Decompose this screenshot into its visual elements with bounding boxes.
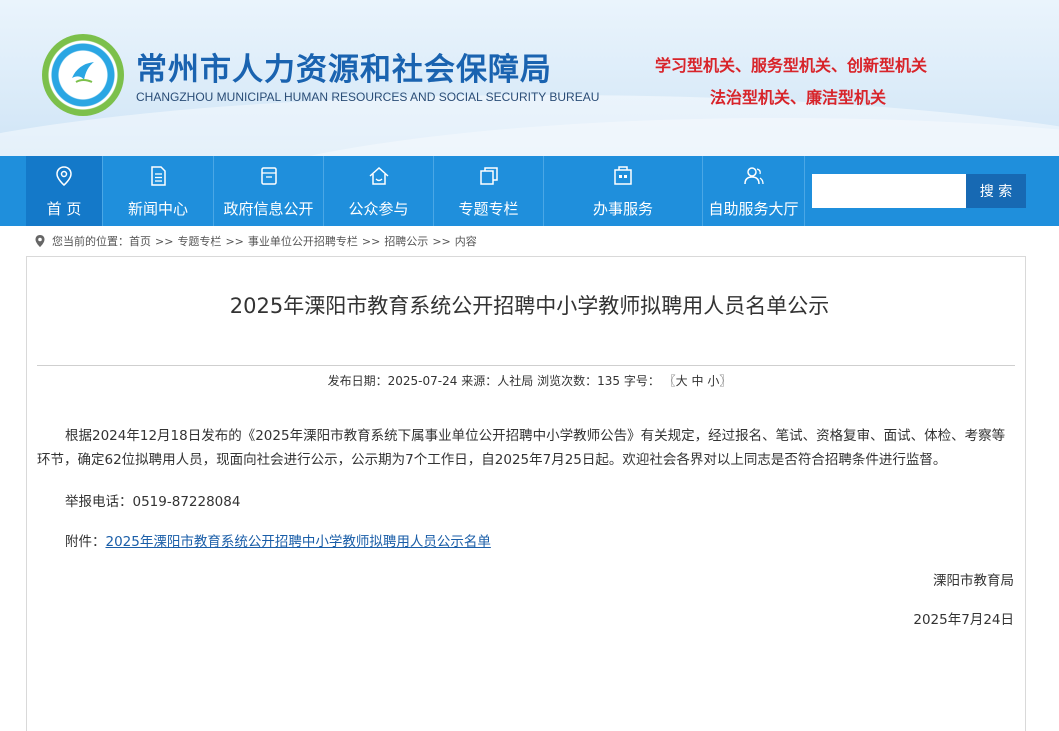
breadcrumb-link-home[interactable]: 首页 (129, 233, 151, 249)
breadcrumb-separator: >> (361, 234, 381, 248)
slogan-line-1: 学习型机关、服务型机关、创新型机关 (655, 56, 928, 75)
nav-label: 新闻中心 (127, 200, 188, 218)
nav-label: 自助服务大厅 (708, 200, 799, 218)
breadcrumb-prefix: 您当前的位置： (52, 235, 129, 248)
nav-label: 首 页 (46, 200, 82, 218)
inbox-icon (260, 167, 277, 185)
attachment: 附件：2025年溧阳市教育系统公开招聘中小学教师拟聘用人员公示名单 (65, 530, 491, 550)
font-size-small-button[interactable]: 小 (707, 374, 719, 388)
search-button[interactable]: 搜 索 (966, 174, 1026, 208)
document-icon (151, 166, 166, 186)
breadcrumb: 您当前的位置： 首页 >> 专题专栏 >> 事业单位公开招聘专栏 >> 招聘公示… (34, 233, 477, 249)
site-header: 常州市人力资源和社会保障局 CHANGZHOU MUNICIPAL HUMAN … (0, 0, 1059, 156)
meta-date: 2025-07-24 (387, 374, 458, 388)
divider (37, 365, 1015, 366)
breadcrumb-separator: >> (432, 234, 451, 248)
nav-item-topics[interactable]: 专题专栏 (434, 156, 544, 226)
site-subtitle: CHANGZHOU MUNICIPAL HUMAN RESOURCES AND … (136, 90, 600, 104)
location-pin-icon (35, 235, 45, 247)
meta-source-label: 来源： (461, 374, 498, 388)
nav-label: 公众参与 (348, 200, 409, 218)
users-icon (743, 167, 764, 185)
bureau-logo-icon[interactable] (42, 34, 124, 116)
contact-label: 举报电话： (65, 494, 133, 510)
nav-label: 专题专栏 (458, 200, 519, 218)
report-phone: 举报电话：0519-87228084 (65, 490, 240, 510)
nav-label: 政府信息公开 (223, 200, 314, 218)
slogan-line-2: 法治型机关、廉洁型机关 (710, 88, 887, 107)
breadcrumb-separator: >> (155, 234, 174, 248)
article-meta: 发布日期：2025-07-24 来源：人社局 浏览次数：135 字号： 〖大 中… (0, 372, 1059, 389)
article-title: 2025年溧阳市教育系统公开招聘中小学教师拟聘用人员名单公示 (229, 294, 830, 318)
attachment-link[interactable]: 2025年溧阳市教育系统公开招聘中小学教师拟聘用人员公示名单 (106, 534, 491, 550)
signature-organization: 溧阳市教育局 (933, 573, 1014, 589)
signature-date: 2025年7月24日 (913, 612, 1014, 628)
nav-item-self-service[interactable]: 自助服务大厅 (703, 156, 805, 226)
nav-item-home[interactable]: 首 页 (26, 156, 103, 226)
breadcrumb-link-notice[interactable]: 招聘公示 (384, 233, 428, 249)
meta-views: 135 (597, 374, 620, 388)
contact-phone: 0519-87228084 (132, 494, 241, 510)
nav-item-participation[interactable]: 公众参与 (324, 156, 434, 226)
meta-source: 人社局 (497, 374, 534, 388)
breadcrumb-separator: >> (225, 234, 244, 248)
nav-item-gov-info[interactable]: 政府信息公开 (214, 156, 324, 226)
location-pin-icon (56, 166, 72, 186)
search-input[interactable] (812, 174, 966, 208)
attachment-label: 附件： (65, 534, 106, 550)
nav-item-news[interactable]: 新闻中心 (103, 156, 214, 226)
font-size-medium-button[interactable]: 中 (692, 374, 704, 388)
building-icon (614, 166, 632, 185)
fontsize-bracket: 〗 (719, 374, 732, 388)
breadcrumb-link-topics[interactable]: 专题专栏 (177, 233, 221, 249)
meta-date-label: 发布日期： (327, 374, 388, 388)
bird-emblem-icon (72, 62, 94, 83)
meta-views-label: 浏览次数： (537, 374, 598, 388)
font-size-large-button[interactable]: 大 (676, 374, 688, 388)
breadcrumb-link-content[interactable]: 内容 (455, 233, 477, 249)
meta-fontsize-label: 字号： (623, 374, 660, 388)
fontsize-bracket: 〖 (663, 374, 676, 388)
copy-icon (479, 167, 498, 185)
nav-item-services[interactable]: 办事服务 (544, 156, 703, 226)
article-paragraph: 根据2024年12月18日发布的《2025年溧阳市教育系统下属事业单位公开招聘中… (37, 428, 1006, 468)
nav-label: 办事服务 (592, 200, 653, 218)
house-icon (369, 166, 388, 185)
site-title: 常州市人力资源和社会保障局 (136, 52, 552, 88)
breadcrumb-link-recruitment[interactable]: 事业单位公开招聘专栏 (248, 233, 358, 249)
